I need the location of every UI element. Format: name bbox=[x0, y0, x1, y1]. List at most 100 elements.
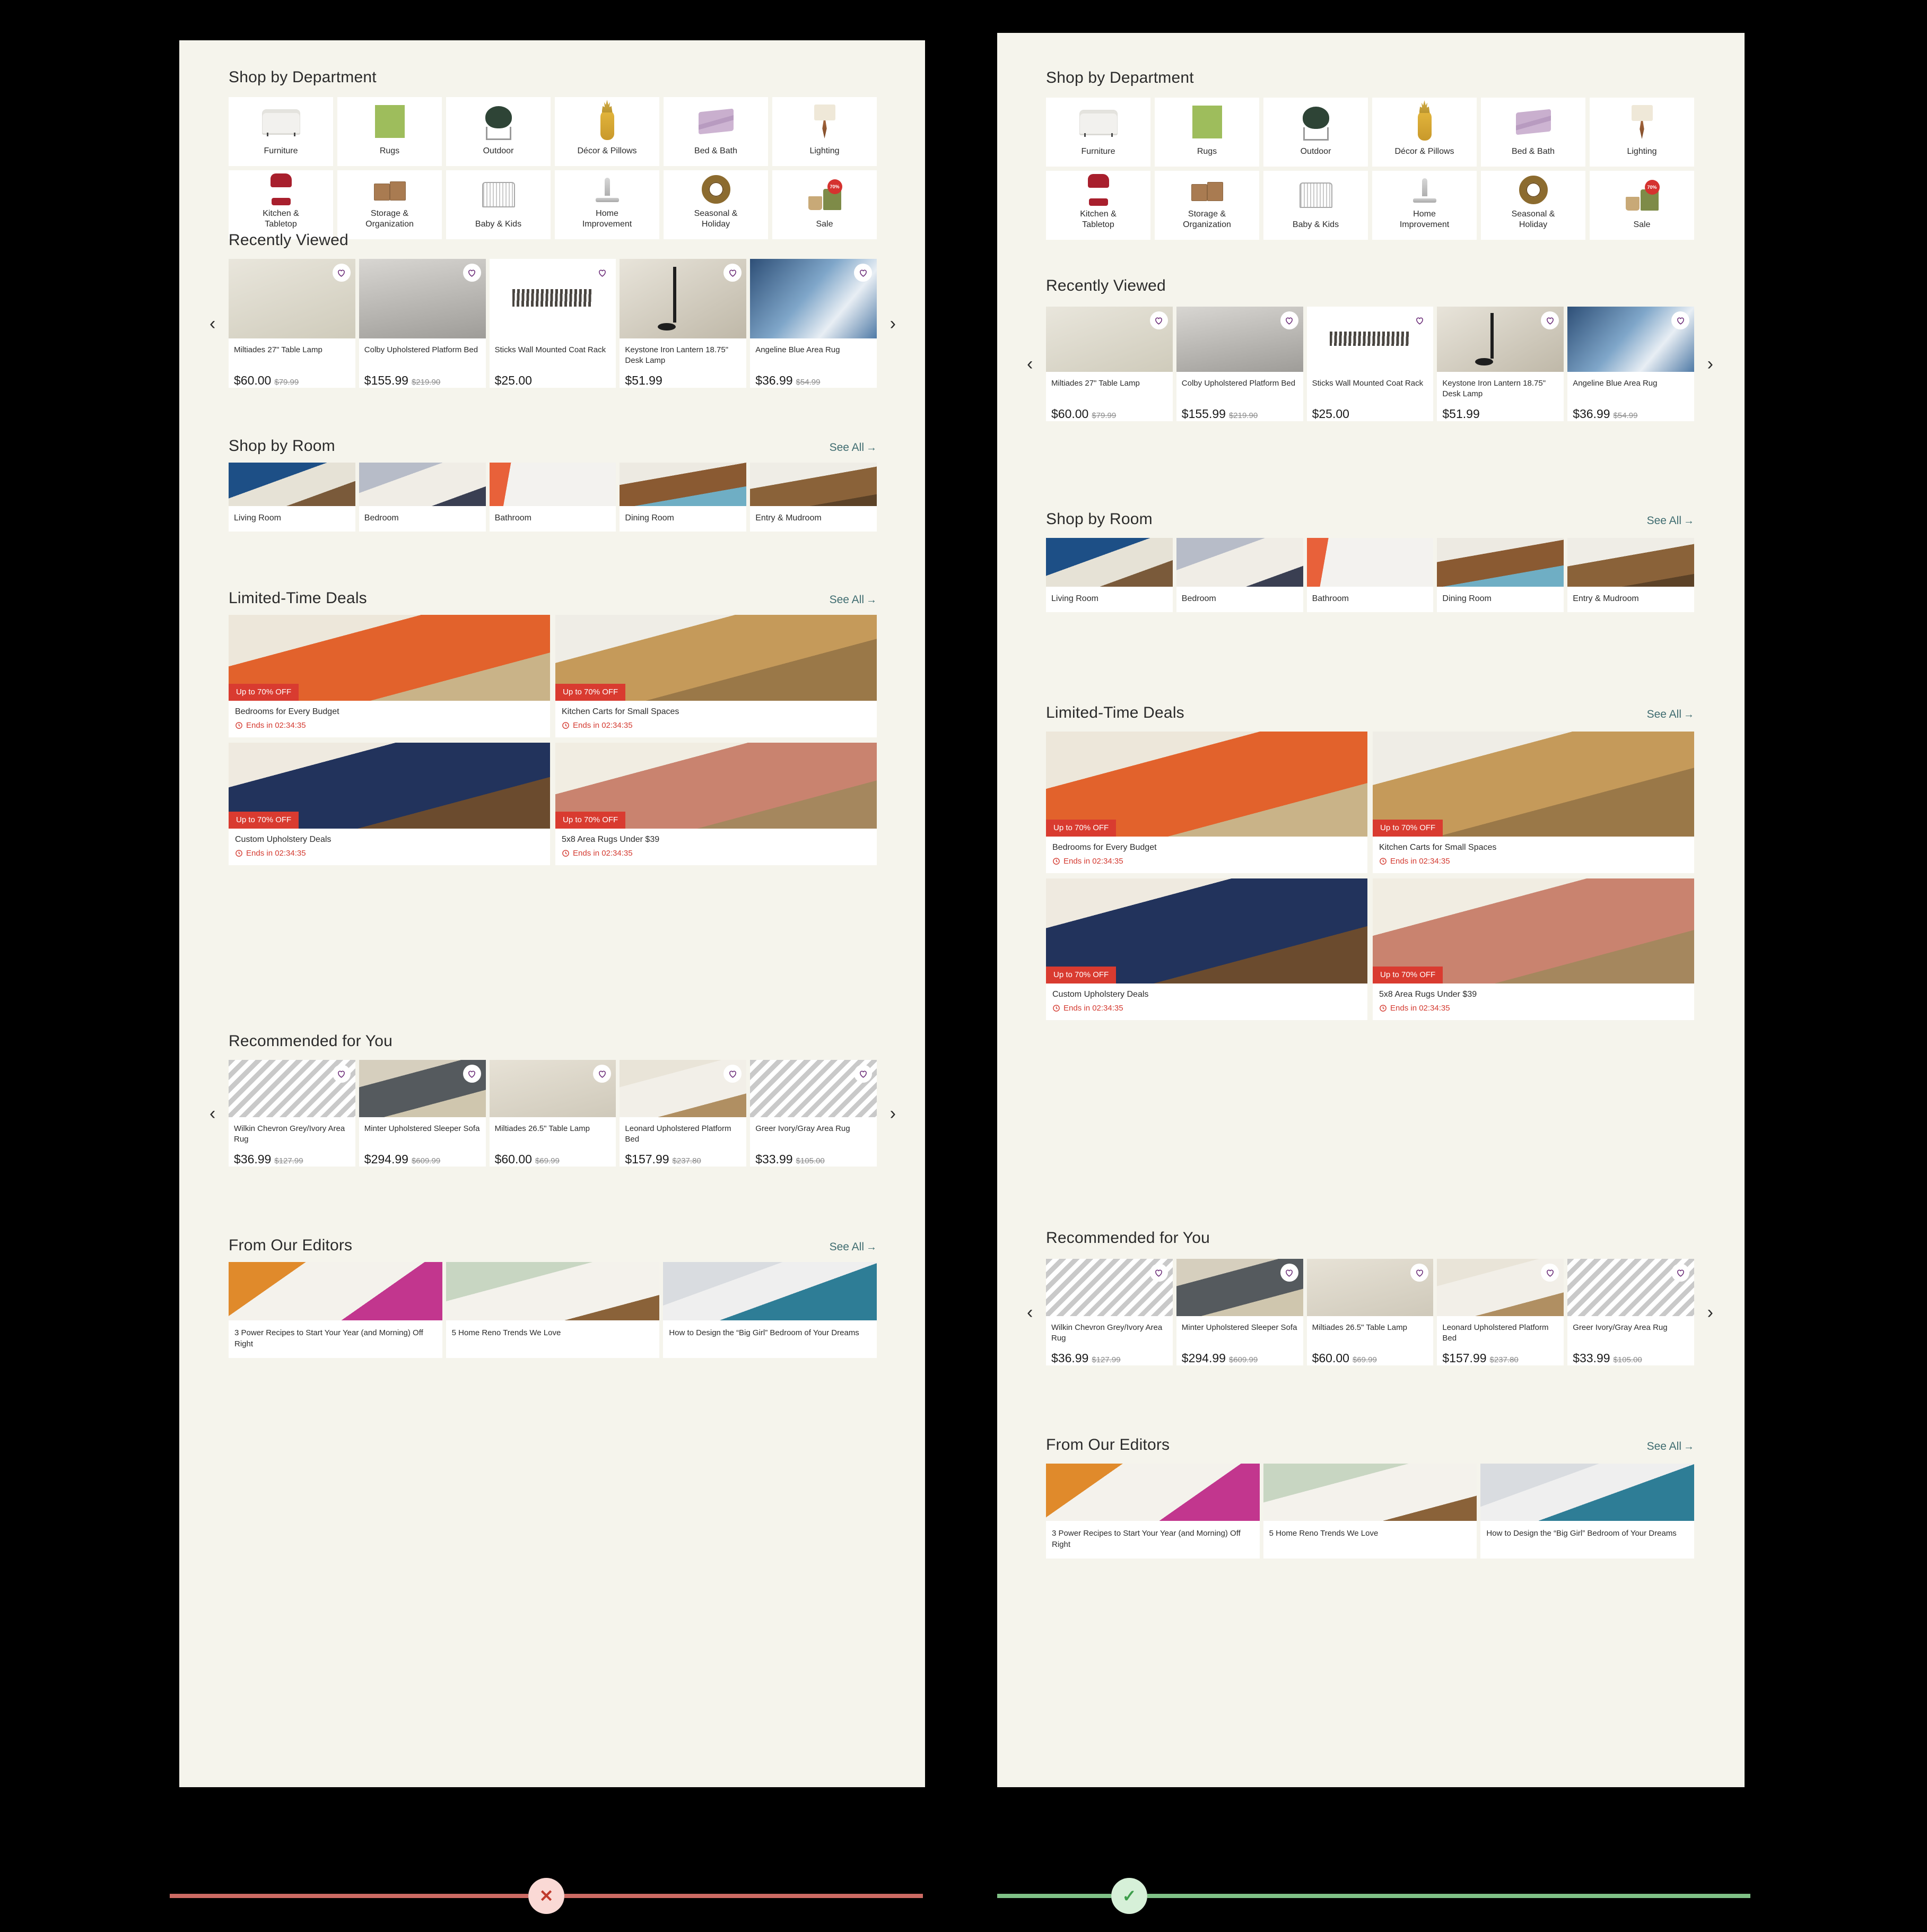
product-card[interactable]: Leonard Upholstered Platform Bed $157.99 $… bbox=[620, 1060, 747, 1167]
editorial-card[interactable]: 5 Home Reno Trends We Love bbox=[1263, 1464, 1477, 1559]
dept-card-rugs[interactable]: Rugs bbox=[1155, 98, 1259, 167]
favorite-heart-icon[interactable] bbox=[723, 1065, 742, 1083]
favorite-heart-icon[interactable] bbox=[463, 1065, 481, 1083]
dept-card-outdoor[interactable]: Outdoor bbox=[446, 97, 551, 166]
deal-card[interactable]: Up to 70% OFF 5x8 Area Rugs Under $39 End… bbox=[1373, 878, 1694, 1020]
room-card-living-room[interactable]: Living Room bbox=[1046, 538, 1173, 612]
dept-card-baby-kids[interactable]: Baby & Kids bbox=[446, 170, 551, 239]
dept-card-decor-pillows[interactable]: Décor & Pillows bbox=[555, 97, 659, 166]
product-card[interactable]: Greer Ivory/Gray Area Rug $33.99 $105.00 bbox=[750, 1060, 877, 1167]
dept-card-baby-kids[interactable]: Baby & Kids bbox=[1263, 171, 1368, 240]
dept-card-rugs[interactable]: Rugs bbox=[337, 97, 442, 166]
see-all-link-rooms[interactable]: See All → bbox=[830, 441, 877, 454]
carousel-next-icon[interactable]: › bbox=[890, 1104, 896, 1122]
favorite-heart-icon[interactable] bbox=[1671, 311, 1689, 329]
recently-viewed-carousel[interactable]: ‹ › Miltiades 27" Table Lamp $60.00 $79.9… bbox=[210, 259, 896, 388]
editorial-card[interactable]: 3 Power Recipes to Start Your Year (and … bbox=[229, 1262, 442, 1358]
carousel-prev-icon[interactable]: ‹ bbox=[210, 315, 215, 333]
see-all-link-editors[interactable]: See All → bbox=[1647, 1440, 1694, 1453]
product-card[interactable]: Minter Upholstered Sleeper Sofa $294.99 $6… bbox=[1176, 1259, 1303, 1365]
dept-card-kitchen-tabletop[interactable]: Kitchen & Tabletop bbox=[229, 170, 333, 239]
room-card-living-room[interactable]: Living Room bbox=[229, 463, 355, 532]
editorial-card[interactable]: How to Design the “Big Girl” Bedroom of … bbox=[1480, 1464, 1694, 1559]
dept-card-seasonal-holiday[interactable]: Seasonal & Holiday bbox=[1481, 171, 1585, 240]
product-card[interactable]: Miltiades 27" Table Lamp $60.00 $79.99 bbox=[1046, 307, 1173, 421]
carousel-prev-icon[interactable]: ‹ bbox=[1027, 1303, 1033, 1321]
see-all-link-editors[interactable]: See All → bbox=[830, 1241, 877, 1254]
dept-card-outdoor[interactable]: Outdoor bbox=[1263, 98, 1368, 167]
product-card[interactable]: Colby Upholstered Platform Bed $155.99 $2… bbox=[359, 259, 486, 388]
dept-card-home-improvement[interactable]: Home Improvement bbox=[555, 170, 659, 239]
product-card[interactable]: Sticks Wall Mounted Coat Rack $25.00 bbox=[1306, 307, 1434, 421]
room-card-dining-room[interactable]: Dining Room bbox=[1437, 538, 1564, 612]
product-card[interactable]: Wilkin Chevron Grey/Ivory Area Rug $36.99… bbox=[1046, 1259, 1173, 1365]
dept-card-decor-pillows[interactable]: Décor & Pillows bbox=[1372, 98, 1477, 167]
product-card[interactable]: Greer Ivory/Gray Area Rug $33.99 $105.00 bbox=[1567, 1259, 1694, 1365]
dept-card-bed-bath[interactable]: Bed & Bath bbox=[1481, 98, 1585, 167]
favorite-heart-icon[interactable] bbox=[1280, 1264, 1298, 1282]
dept-card-bed-bath[interactable]: Bed & Bath bbox=[664, 97, 768, 166]
product-card[interactable]: Miltiades 26.5" Table Lamp $60.00 $69.99 bbox=[1306, 1259, 1434, 1365]
recommended-carousel[interactable]: ‹ › Wilkin Chevron Grey/Ivory Area Rug $3… bbox=[1027, 1259, 1713, 1365]
deal-card[interactable]: Up to 70% OFF Custom Upholstery Deals En… bbox=[229, 743, 550, 865]
dept-card-storage-organization[interactable]: Storage & Organization bbox=[337, 170, 442, 239]
room-card-entry-mudroom[interactable]: Entry & Mudroom bbox=[1567, 538, 1694, 612]
product-card[interactable]: Wilkin Chevron Grey/Ivory Area Rug $36.99… bbox=[229, 1060, 355, 1167]
see-all-link-deals[interactable]: See All → bbox=[1647, 708, 1694, 721]
editorial-card[interactable]: 5 Home Reno Trends We Love bbox=[446, 1262, 660, 1358]
favorite-heart-icon[interactable] bbox=[1541, 311, 1559, 329]
recently-viewed-carousel[interactable]: ‹ › Miltiades 27" Table Lamp $60.00 $79.99… bbox=[1027, 307, 1713, 421]
product-card[interactable]: Angeline Blue Area Rug $36.99 $54.99 bbox=[750, 259, 877, 388]
product-card[interactable]: Angeline Blue Area Rug $36.99 $54.99 bbox=[1567, 307, 1694, 421]
favorite-heart-icon[interactable] bbox=[332, 1065, 351, 1083]
carousel-prev-icon[interactable]: ‹ bbox=[1027, 355, 1033, 373]
room-card-bathroom[interactable]: Bathroom bbox=[489, 463, 616, 532]
product-card[interactable]: Keystone Iron Lantern 18.75" Desk Lamp $… bbox=[620, 259, 747, 388]
dept-card-furniture[interactable]: Furniture bbox=[1046, 98, 1150, 167]
room-card-dining-room[interactable]: Dining Room bbox=[620, 463, 747, 532]
deal-card[interactable]: Up to 70% OFF 5x8 Area Rugs Under $39 En… bbox=[555, 743, 877, 865]
dept-card-home-improvement[interactable]: Home Improvement bbox=[1372, 171, 1477, 240]
deal-card[interactable]: Up to 70% OFF Custom Upholstery Deals End… bbox=[1046, 878, 1367, 1020]
favorite-heart-icon[interactable] bbox=[1541, 1264, 1559, 1282]
deal-card[interactable]: Up to 70% OFF Kitchen Carts for Small Sp… bbox=[555, 615, 877, 737]
favorite-heart-icon[interactable] bbox=[332, 264, 351, 282]
product-card[interactable]: Miltiades 27" Table Lamp $60.00 $79.99 bbox=[229, 259, 355, 388]
product-card[interactable]: Miltiades 26.5" Table Lamp $60.00 $69.99 bbox=[489, 1060, 616, 1167]
favorite-heart-icon[interactable] bbox=[1149, 311, 1168, 329]
product-card[interactable]: Minter Upholstered Sleeper Sofa $294.99 $6… bbox=[359, 1060, 486, 1167]
dept-card-seasonal-holiday[interactable]: Seasonal & Holiday bbox=[664, 170, 768, 239]
dept-card-kitchen-tabletop[interactable]: Kitchen & Tabletop bbox=[1046, 171, 1150, 240]
favorite-heart-icon[interactable] bbox=[723, 264, 742, 282]
favorite-heart-icon[interactable] bbox=[1671, 1264, 1689, 1282]
product-card[interactable]: Sticks Wall Mounted Coat Rack $25.00 bbox=[489, 259, 616, 388]
dept-card-sale[interactable]: 70% Sale bbox=[772, 170, 877, 239]
dept-card-storage-organization[interactable]: Storage & Organization bbox=[1155, 171, 1259, 240]
carousel-prev-icon[interactable]: ‹ bbox=[210, 1104, 215, 1122]
product-card[interactable]: Colby Upholstered Platform Bed $155.99 $21… bbox=[1176, 307, 1303, 421]
carousel-next-icon[interactable]: › bbox=[890, 315, 896, 333]
product-card[interactable]: Keystone Iron Lantern 18.75" Desk Lamp $5… bbox=[1437, 307, 1564, 421]
favorite-heart-icon[interactable] bbox=[854, 264, 872, 282]
dept-card-lighting[interactable]: Lighting bbox=[772, 97, 877, 166]
favorite-heart-icon[interactable] bbox=[1149, 1264, 1168, 1282]
room-card-bathroom[interactable]: Bathroom bbox=[1306, 538, 1434, 612]
deal-card[interactable]: Up to 70% OFF Bedrooms for Every Budget … bbox=[229, 615, 550, 737]
deal-card[interactable]: Up to 70% OFF Bedrooms for Every Budget E… bbox=[1046, 732, 1367, 873]
favorite-heart-icon[interactable] bbox=[854, 1065, 872, 1083]
editorial-card[interactable]: How to Design the “Big Girl” Bedroom of … bbox=[663, 1262, 877, 1358]
deal-card[interactable]: Up to 70% OFF Kitchen Carts for Small Sp… bbox=[1373, 732, 1694, 873]
favorite-heart-icon[interactable] bbox=[1280, 311, 1298, 329]
dept-card-lighting[interactable]: Lighting bbox=[1590, 98, 1694, 167]
carousel-next-icon[interactable]: › bbox=[1707, 355, 1713, 373]
dept-card-sale[interactable]: 70% Sale bbox=[1590, 171, 1694, 240]
carousel-next-icon[interactable]: › bbox=[1707, 1303, 1713, 1321]
room-card-bedroom[interactable]: Bedroom bbox=[1176, 538, 1303, 612]
favorite-heart-icon[interactable] bbox=[463, 264, 481, 282]
recommended-carousel[interactable]: ‹ › Wilkin Chevron Grey/Ivory Area Rug $3… bbox=[210, 1060, 896, 1167]
dept-card-furniture[interactable]: Furniture bbox=[229, 97, 333, 166]
room-card-entry-mudroom[interactable]: Entry & Mudroom bbox=[750, 463, 877, 532]
see-all-link-deals[interactable]: See All → bbox=[830, 594, 877, 606]
room-card-bedroom[interactable]: Bedroom bbox=[359, 463, 486, 532]
editorial-card[interactable]: 3 Power Recipes to Start Your Year (and … bbox=[1046, 1464, 1260, 1559]
